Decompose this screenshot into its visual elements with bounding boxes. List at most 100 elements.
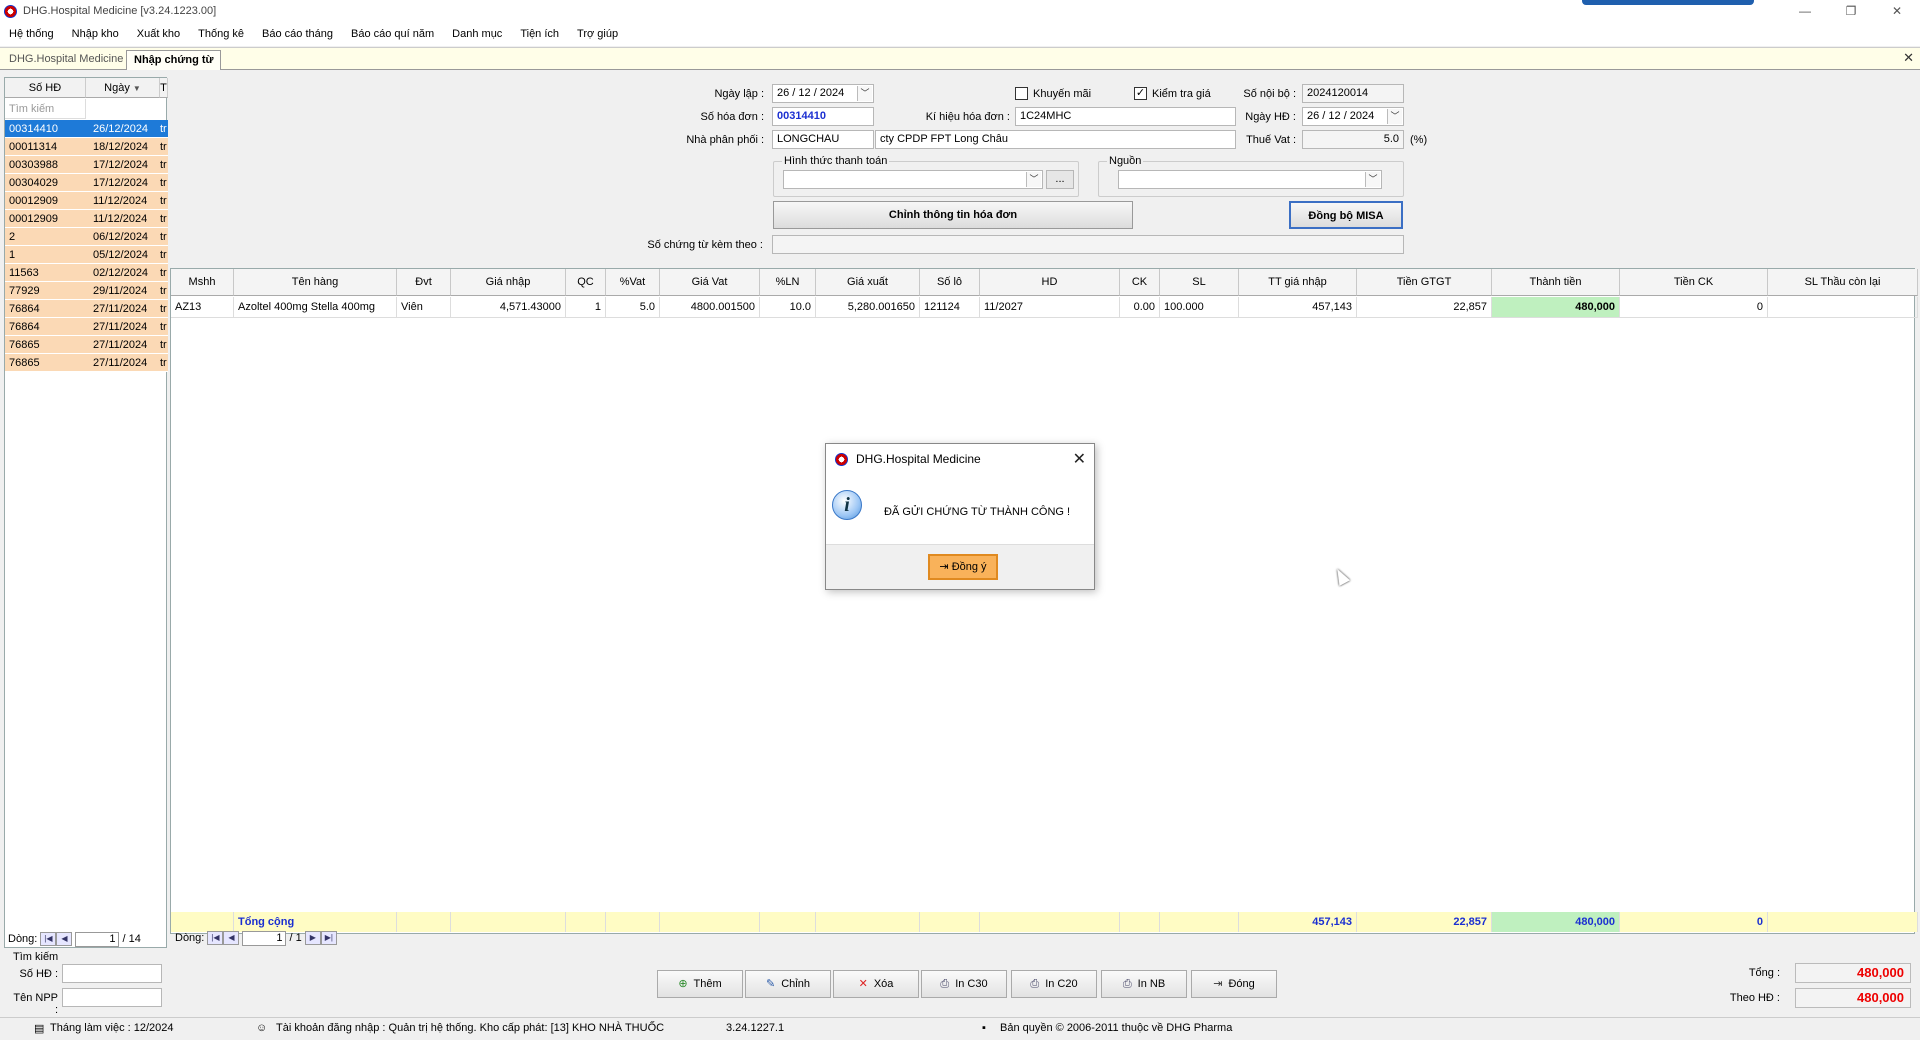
- grid-cell[interactable]: 5.0: [606, 297, 660, 318]
- npp-code-field[interactable]: LONGCHAU: [772, 130, 874, 149]
- grid-cell[interactable]: 10.0: [760, 297, 816, 318]
- list-item[interactable]: 76865 27/11/2024 tr: [5, 336, 168, 354]
- grid-cell[interactable]: 4,571.43000: [451, 297, 566, 318]
- hinh-thuc-select[interactable]: ﹀: [783, 170, 1043, 189]
- khuyen-mai-checkbox[interactable]: [1015, 87, 1028, 100]
- ngay-lap-field[interactable]: 26 / 12 / 2024 ﹀: [772, 84, 874, 103]
- restore-button[interactable]: ❐: [1828, 0, 1874, 22]
- last-page-icon[interactable]: ▶|: [320, 931, 337, 946]
- prev-page-icon[interactable]: ◀: [56, 932, 73, 947]
- list-item[interactable]: 00314410 26/12/2024 tr: [5, 120, 168, 138]
- chinh-thong-tin-button[interactable]: Chỉnh thông tin hóa đơn: [773, 201, 1133, 229]
- grid-cell[interactable]: 4800.001500: [660, 297, 760, 318]
- dong-bo-misa-button[interactable]: Đồng bộ MISA: [1289, 201, 1403, 229]
- grid-cell[interactable]: AZ13: [171, 297, 234, 318]
- dong-button[interactable]: ⇥ Đóng: [1191, 970, 1277, 998]
- so-hoa-don-field[interactable]: 00314410: [772, 107, 874, 126]
- menu-danh-muc[interactable]: Danh mục: [443, 28, 511, 40]
- ngay-hd-field[interactable]: 26 / 12 / 2024 ﹀: [1302, 107, 1404, 126]
- list-item[interactable]: 00304029 17/12/2024 tr: [5, 174, 168, 192]
- close-window-button[interactable]: ✕: [1874, 0, 1920, 22]
- grid-header[interactable]: Mshh: [171, 269, 234, 296]
- thue-vat-field[interactable]: 5.0: [1302, 130, 1404, 149]
- calendar-dropdown-icon[interactable]: ﹀: [1387, 109, 1402, 124]
- grid-header[interactable]: QC: [566, 269, 606, 296]
- grid-header[interactable]: CK: [1120, 269, 1160, 296]
- search-ten-npp-input[interactable]: [62, 988, 162, 1007]
- page-input[interactable]: 1: [242, 930, 287, 946]
- col-header-t[interactable]: T: [160, 78, 168, 98]
- list-item[interactable]: 77929 29/11/2024 tr: [5, 282, 168, 300]
- nguon-select[interactable]: ﹀: [1118, 170, 1382, 189]
- dialog-close-icon[interactable]: ✕: [1073, 449, 1086, 469]
- col-header-ngay[interactable]: Ngày ▼: [86, 78, 160, 98]
- list-item[interactable]: 76864 27/11/2024 tr: [5, 318, 168, 336]
- list-item[interactable]: 00012909 11/12/2024 tr: [5, 192, 168, 210]
- menu-nhap-kho[interactable]: Nhập kho: [63, 28, 128, 40]
- next-page-icon[interactable]: ▶: [304, 931, 321, 946]
- grid-header[interactable]: Giá xuất: [816, 269, 920, 296]
- list-item[interactable]: 76864 27/11/2024 tr: [5, 300, 168, 318]
- grid-cell[interactable]: 0: [1620, 297, 1768, 318]
- list-item[interactable]: 1 05/12/2024 tr: [5, 246, 168, 264]
- grid-cell[interactable]: 121124: [920, 297, 980, 318]
- calendar-dropdown-icon[interactable]: ﹀: [857, 86, 872, 101]
- them-button[interactable]: ⊕ Thêm: [657, 970, 743, 998]
- list-item[interactable]: 00012909 11/12/2024 tr: [5, 210, 168, 228]
- grid-header[interactable]: HD: [980, 269, 1120, 296]
- list-item[interactable]: 2 06/12/2024 tr: [5, 228, 168, 246]
- tab-nhap-chung-tu[interactable]: Nhập chứng từ: [126, 50, 222, 70]
- grid-header[interactable]: %LN: [760, 269, 816, 296]
- in-c20-button[interactable]: ⎙ In C20: [1011, 970, 1097, 998]
- list-item[interactable]: 76865 27/11/2024 tr: [5, 354, 168, 372]
- grid-header[interactable]: Tên hàng: [234, 269, 397, 296]
- grid-cell[interactable]: 457,143: [1239, 297, 1357, 318]
- close-tab-icon[interactable]: ✕: [1903, 50, 1914, 66]
- menu-thong-ke[interactable]: Thống kê: [189, 28, 253, 40]
- grid-header[interactable]: Giá Vat: [660, 269, 760, 296]
- browse-button[interactable]: ...: [1046, 170, 1074, 189]
- grid-cell[interactable]: Viên: [397, 297, 451, 318]
- so-noi-bo-field[interactable]: 2024120014: [1302, 84, 1404, 103]
- menu-he-thong[interactable]: Hệ thống: [0, 28, 63, 40]
- grid-header[interactable]: Số lô: [920, 269, 980, 296]
- grid-header[interactable]: Đvt: [397, 269, 451, 296]
- page-input[interactable]: 1: [75, 931, 120, 947]
- grid-cell[interactable]: Azoltel 400mg Stella 400mg: [234, 297, 397, 318]
- grid-header[interactable]: TT giá nhập: [1239, 269, 1357, 296]
- minimize-button[interactable]: —: [1782, 0, 1828, 22]
- xoa-button[interactable]: ✕ Xóa: [833, 970, 919, 998]
- tab-home[interactable]: DHG.Hospital Medicine: [2, 50, 132, 70]
- grid-header[interactable]: SL Thầu còn lại: [1768, 269, 1918, 296]
- menu-tro-giup[interactable]: Trợ giúp: [568, 28, 627, 40]
- grid-header[interactable]: Tiền CK: [1620, 269, 1768, 296]
- grid-cell[interactable]: 0.00: [1120, 297, 1160, 318]
- grid-cell[interactable]: 100.000: [1160, 297, 1239, 318]
- grid-header[interactable]: Giá nhập: [451, 269, 566, 296]
- list-item[interactable]: 11563 02/12/2024 tr: [5, 264, 168, 282]
- ok-button[interactable]: ⇥ Đồng ý: [928, 554, 998, 580]
- menu-xuat-kho[interactable]: Xuất kho: [128, 28, 189, 40]
- npp-name-field[interactable]: cty CPDP FPT Long Châu: [875, 130, 1236, 149]
- first-page-icon[interactable]: |◀: [40, 932, 57, 947]
- search-so-hd-input[interactable]: [62, 964, 162, 983]
- menu-bao-cao-qui-nam[interactable]: Báo cáo quí năm: [342, 28, 443, 40]
- grid-header[interactable]: Thành tiền: [1492, 269, 1620, 296]
- grid-cell[interactable]: 22,857: [1357, 297, 1492, 318]
- in-c30-button[interactable]: ⎙ In C30: [921, 970, 1007, 998]
- list-item[interactable]: 00303988 17/12/2024 tr: [5, 156, 168, 174]
- menu-tien-ich[interactable]: Tiện ích: [511, 28, 568, 40]
- grid-header[interactable]: %Vat: [606, 269, 660, 296]
- grid-header[interactable]: SL: [1160, 269, 1239, 296]
- list-item[interactable]: 00011314 18/12/2024 tr: [5, 138, 168, 156]
- chevron-down-icon[interactable]: ﹀: [1365, 172, 1380, 187]
- grid-header[interactable]: Tiền GTGT: [1357, 269, 1492, 296]
- list-search-input[interactable]: Tìm kiếm: [5, 99, 86, 119]
- grid-cell[interactable]: 480,000: [1492, 297, 1620, 318]
- prev-page-icon[interactable]: ◀: [223, 931, 240, 946]
- chinh-button[interactable]: ✎ Chỉnh: [745, 970, 831, 998]
- kiem-tra-gia-checkbox[interactable]: ✓: [1134, 87, 1147, 100]
- grid-cell[interactable]: 11/2027: [980, 297, 1120, 318]
- grid-cell[interactable]: 1: [566, 297, 606, 318]
- ki-hieu-field[interactable]: 1C24MHC: [1015, 107, 1236, 126]
